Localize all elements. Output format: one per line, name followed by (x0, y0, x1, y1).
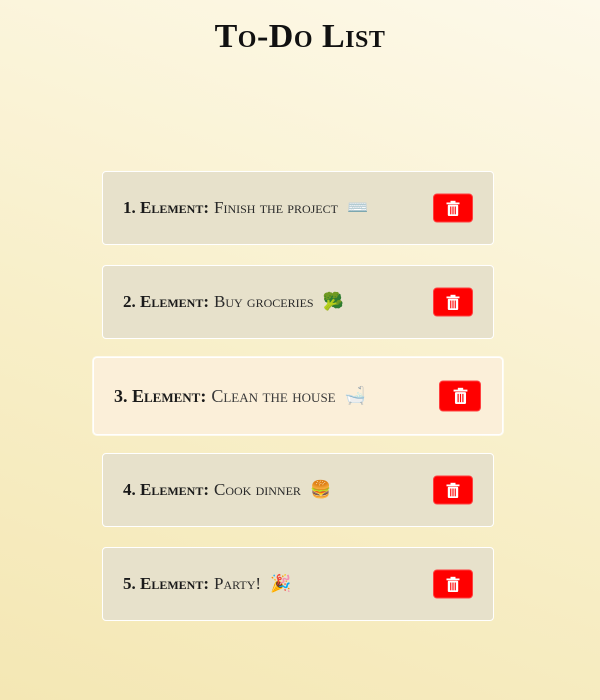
todo-list: 1. Element: Finish the project ⌨️ 2. Ele… (0, 0, 600, 700)
delete-button[interactable] (433, 287, 473, 317)
list-item: 5. Element: Party! 🎉 (102, 547, 494, 621)
delete-button[interactable] (433, 475, 473, 505)
item-text: 3. Element: Clean the house 🛁 (114, 386, 366, 407)
delete-button[interactable] (433, 193, 473, 223)
item-text: 2. Element: Buy groceries 🥦 (123, 292, 344, 312)
burger-emoji-icon: 🍔 (309, 480, 332, 500)
list-item: 2. Element: Buy groceries 🥦 (102, 265, 494, 339)
list-item: 3. Element: Clean the house 🛁 (93, 357, 503, 435)
item-description: Clean the house (211, 385, 336, 406)
party-popper-emoji-icon: 🎉 (270, 574, 292, 594)
trash-icon (446, 482, 460, 498)
keyboard-emoji-icon: ⌨️ (346, 198, 369, 218)
item-label: 5. Element: (123, 574, 210, 593)
item-label: 3. Element: (114, 385, 207, 406)
list-item: 4. Element: Cook dinner 🍔 (102, 453, 494, 527)
delete-button[interactable] (439, 380, 481, 412)
item-description: Buy groceries (214, 292, 314, 311)
trash-icon (453, 387, 468, 405)
item-text: 4. Element: Cook dinner 🍔 (123, 480, 331, 500)
item-text: 1. Element: Finish the project ⌨️ (123, 198, 368, 218)
item-description: Cook dinner (214, 480, 301, 499)
trash-icon (446, 576, 460, 592)
item-description: Party! (214, 574, 262, 593)
item-text: 5. Element: Party! 🎉 (123, 574, 291, 594)
trash-icon (446, 294, 460, 310)
list-item: 1. Element: Finish the project ⌨️ (102, 171, 494, 245)
trash-icon (446, 200, 460, 216)
item-label: 4. Element: (123, 480, 210, 499)
item-description: Finish the project (214, 198, 338, 217)
item-label: 1. Element: (123, 198, 210, 217)
broccoli-emoji-icon: 🥦 (322, 292, 344, 312)
bathtub-emoji-icon: 🛁 (344, 386, 366, 406)
delete-button[interactable] (433, 569, 473, 599)
item-label: 2. Element: (123, 292, 210, 311)
